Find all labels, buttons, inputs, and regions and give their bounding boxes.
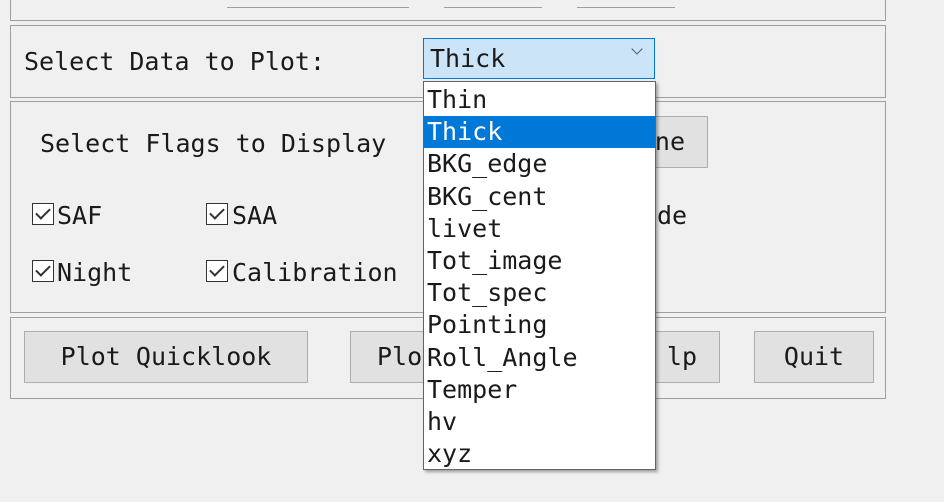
option-hv[interactable]: hv	[424, 406, 655, 438]
option-bkg-cent[interactable]: BKG_cent	[424, 181, 655, 213]
saf-label: SAF	[57, 201, 103, 230]
option-thick[interactable]: Thick	[424, 116, 655, 149]
option-thin[interactable]: Thin	[424, 84, 655, 116]
data-select-options-list[interactable]: Thin Thick BKG_edge BKG_cent livet Tot_i…	[423, 81, 656, 470]
option-tot-spec[interactable]: Tot_spec	[424, 277, 655, 309]
quit-button[interactable]: Quit	[754, 331, 874, 383]
saa-label: SAA	[232, 201, 278, 230]
data-select-label: Select Data to Plot:	[24, 47, 326, 76]
option-livet[interactable]: livet	[424, 213, 655, 245]
option-pointing[interactable]: Pointing	[424, 309, 655, 341]
saa-checkbox[interactable]	[206, 203, 228, 225]
calibration-checkbox[interactable]	[206, 260, 228, 282]
plot-quicklook-button[interactable]: Plot Quicklook	[24, 331, 308, 383]
flags-label: Select Flags to Display	[40, 129, 387, 158]
option-temper[interactable]: Temper	[424, 374, 655, 406]
data-select-dropdown[interactable]: Thick	[423, 38, 655, 79]
data-select-value: Thick	[430, 44, 506, 73]
night-label: Night	[57, 258, 133, 287]
option-tot-image[interactable]: Tot_image	[424, 245, 655, 277]
top-field-3[interactable]	[577, 7, 675, 8]
top-panel	[10, 0, 886, 21]
partial-flag-label: de	[657, 201, 688, 230]
option-bkg-edge[interactable]: BKG_edge	[424, 148, 655, 180]
option-xyz[interactable]: xyz	[424, 438, 655, 470]
chevron-down-icon	[632, 45, 642, 55]
calibration-label: Calibration	[232, 258, 398, 287]
top-field-2[interactable]	[444, 7, 542, 8]
saf-checkbox[interactable]	[32, 203, 54, 225]
option-roll-angle[interactable]: Roll_Angle	[424, 342, 655, 374]
night-checkbox[interactable]	[32, 260, 54, 282]
top-field-1[interactable]	[227, 7, 409, 8]
